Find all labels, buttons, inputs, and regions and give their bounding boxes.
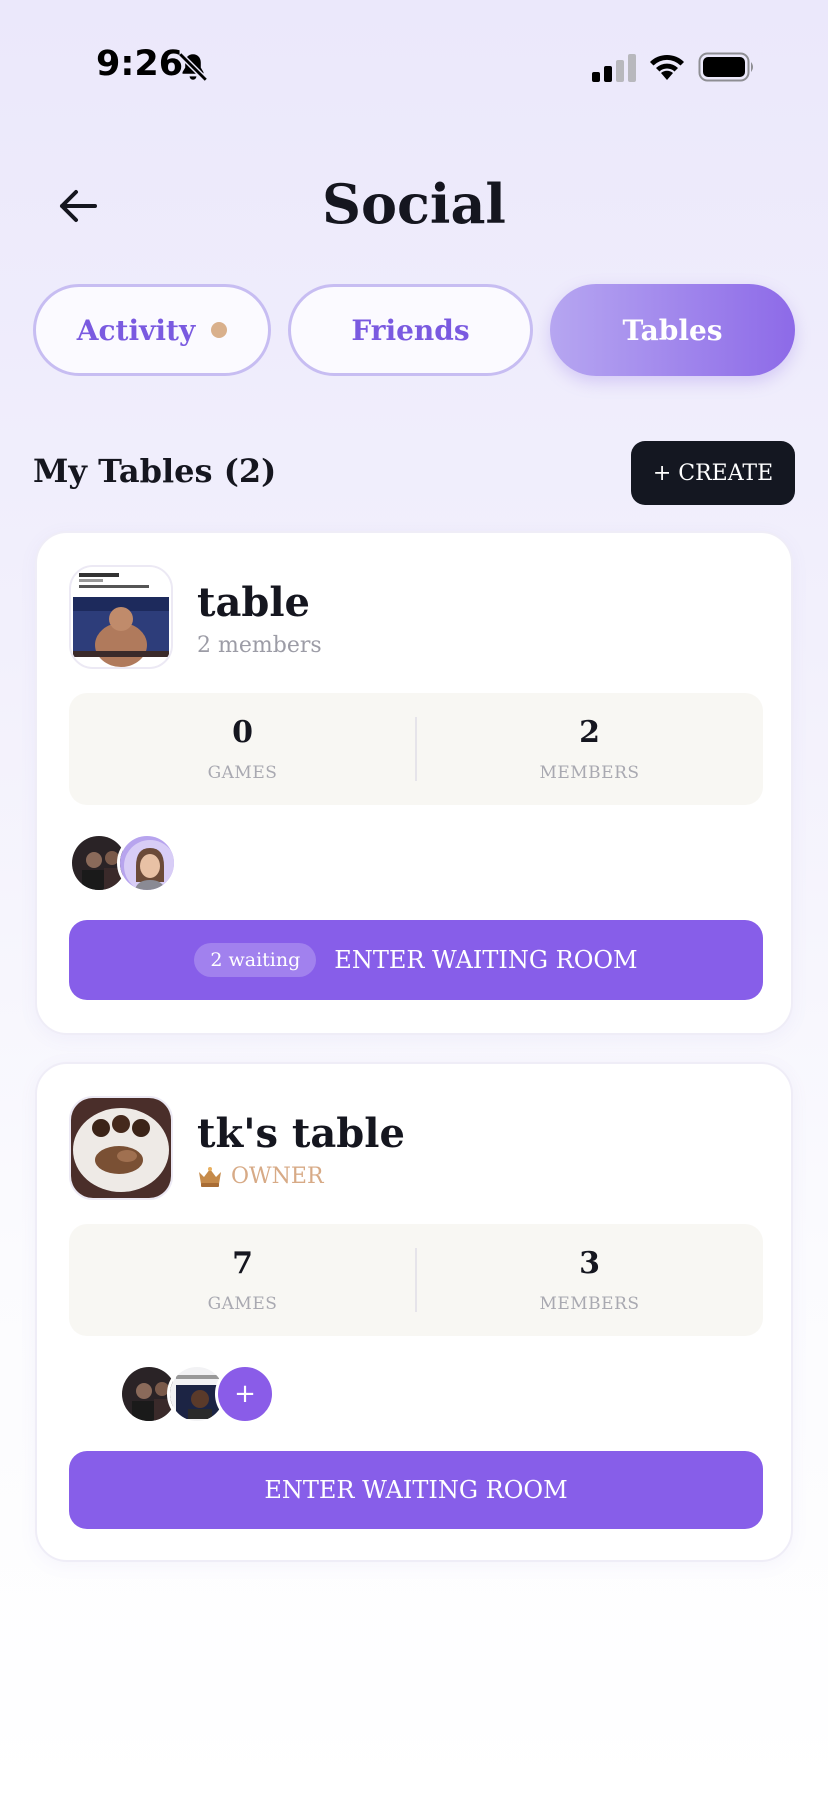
table-thumbnail xyxy=(69,565,173,669)
section-title: My Tables (2) xyxy=(33,452,277,490)
enter-waiting-room-label: ENTER WAITING ROOM xyxy=(334,946,638,974)
owner-badge: OWNER xyxy=(197,1164,324,1189)
games-stat: 0 GAMES xyxy=(69,693,416,805)
members-stat: 3 MEMBERS xyxy=(416,1224,763,1336)
table-member-count: 2 members xyxy=(197,633,322,658)
tab-activity[interactable]: Activity xyxy=(33,284,271,376)
games-value: 7 xyxy=(232,1246,253,1281)
page-title: Social xyxy=(322,172,506,236)
games-label: GAMES xyxy=(207,1294,278,1314)
table-stats: 0 GAMES 2 MEMBERS xyxy=(69,693,763,805)
members-value: 3 xyxy=(579,1246,600,1281)
tab-tables[interactable]: Tables xyxy=(550,284,795,376)
members-label: MEMBERS xyxy=(539,763,640,783)
enter-waiting-room-button[interactable]: ENTER WAITING ROOM xyxy=(69,1451,763,1529)
tab-tables-label: Tables xyxy=(622,313,723,347)
status-time: 9:26 xyxy=(96,44,184,84)
enter-waiting-room-label: ENTER WAITING ROOM xyxy=(264,1476,568,1504)
table-thumbnail-image xyxy=(71,1098,171,1198)
tab-friends[interactable]: Friends xyxy=(288,284,533,376)
notification-dot xyxy=(211,322,228,338)
cellular-signal-icon xyxy=(592,54,636,82)
add-member-button[interactable]: + xyxy=(215,1364,275,1424)
table-thumbnail xyxy=(69,1096,173,1200)
members-stat: 2 MEMBERS xyxy=(416,693,763,805)
table-thumbnail-image xyxy=(71,567,171,667)
battery-icon xyxy=(698,52,753,82)
enter-waiting-room-button[interactable]: 2 waiting ENTER WAITING ROOM xyxy=(69,920,763,1000)
create-table-button[interactable]: + CREATE xyxy=(631,441,795,505)
table-stats: 7 GAMES 3 MEMBERS xyxy=(69,1224,763,1336)
avatar-image xyxy=(120,836,174,890)
games-label: GAMES xyxy=(207,763,278,783)
games-stat: 7 GAMES xyxy=(69,1224,416,1336)
table-name: table xyxy=(197,579,311,626)
bell-muted-icon xyxy=(178,52,208,82)
waiting-count-badge: 2 waiting xyxy=(194,943,317,977)
crown-icon xyxy=(199,1166,221,1187)
table-card[interactable]: tk's table OWNER 7 GAMES 3 MEMBERS + ENT… xyxy=(35,1062,793,1562)
members-label: MEMBERS xyxy=(539,1294,640,1314)
table-name: tk's table xyxy=(197,1110,405,1157)
avatar[interactable] xyxy=(117,833,177,893)
games-value: 0 xyxy=(232,715,253,750)
tab-activity-label: Activity xyxy=(76,313,196,347)
wifi-icon xyxy=(650,54,684,80)
owner-label: OWNER xyxy=(231,1164,324,1189)
tab-friends-label: Friends xyxy=(351,313,470,347)
members-value: 2 xyxy=(579,715,600,750)
table-card[interactable]: table 2 members 0 GAMES 2 MEMBERS 2 wait… xyxy=(35,531,793,1035)
status-bar: 9:26 xyxy=(0,0,828,130)
